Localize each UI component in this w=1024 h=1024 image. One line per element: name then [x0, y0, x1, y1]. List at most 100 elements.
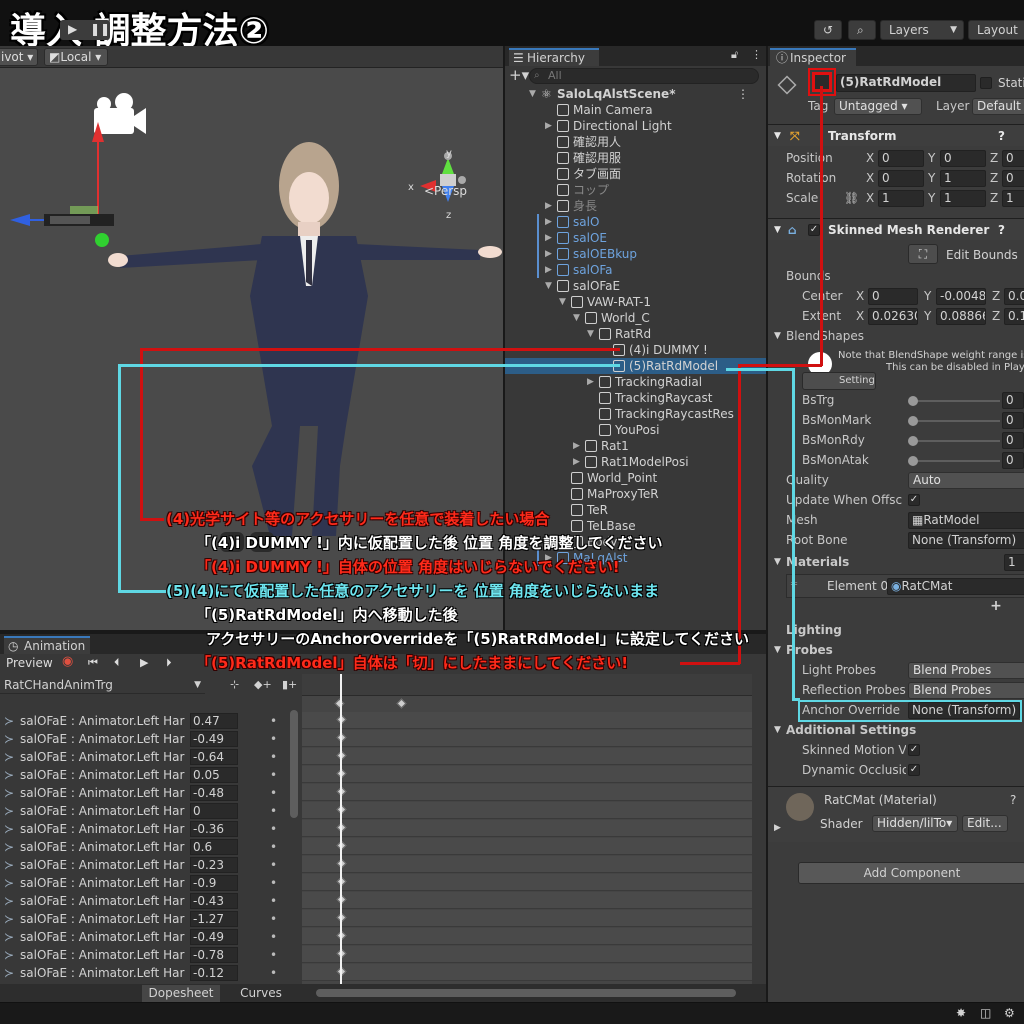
transform-rotation-x-field[interactable]: 0 — [878, 170, 924, 187]
blendshapes-row[interactable]: ▼ BlendShapes — [768, 326, 1024, 346]
property-value-field[interactable]: -1.27 — [190, 911, 238, 927]
keyframe-indicator-icon[interactable]: • — [270, 766, 277, 784]
additional-settings-row[interactable]: ▼ Additional Settings — [768, 720, 1024, 740]
tag-dropdown[interactable]: Untagged ▾ — [834, 98, 922, 115]
shader-edit-button[interactable]: Edit... — [962, 815, 1008, 832]
bounds-center-y-field[interactable]: -0.0048 — [936, 288, 986, 305]
playhead[interactable] — [340, 674, 342, 984]
keyframe-indicator-icon[interactable]: • — [270, 712, 277, 730]
add-component-button[interactable]: Add Component — [798, 862, 1024, 884]
next-frame-icon[interactable]: ⏵ — [166, 656, 172, 670]
hierarchy-item[interactable]: ▶ salOE — [505, 230, 766, 246]
add-material-button[interactable]: + — [984, 598, 1008, 616]
animation-property-row[interactable]: ≻ salOFaE : Animator.Left Har 0.6 • — [0, 838, 300, 856]
property-value-field[interactable]: -0.43 — [190, 893, 238, 909]
skinned-motion-checkbox[interactable]: ✓ — [908, 744, 920, 756]
help-icon[interactable]: ? — [998, 125, 1005, 147]
blendshape-slider-knob[interactable] — [908, 456, 918, 466]
keyframe-indicator-icon[interactable]: • — [270, 964, 277, 982]
animation-property-row[interactable]: ≻ salOFaE : Animator.Left Har 0 • — [0, 802, 300, 820]
keyframe-indicator-icon[interactable]: • — [270, 802, 277, 820]
edit-bounds-button[interactable]: ⛶ — [908, 244, 938, 264]
expand-arrow-icon[interactable]: ▶ — [573, 454, 580, 470]
dopesheet-row[interactable] — [302, 892, 752, 909]
history-button[interactable]: ↺ — [814, 20, 842, 40]
keyframe-indicator-icon[interactable]: • — [270, 946, 277, 964]
expand-arrow-icon[interactable]: ▶ — [573, 438, 580, 454]
animation-property-row[interactable]: ≻ salOFaE : Animator.Left Har -1.27 • — [0, 910, 300, 928]
dopesheet-row[interactable] — [302, 748, 752, 765]
keyframe-indicator-icon[interactable]: • — [270, 892, 277, 910]
transform-rotation-z-field[interactable]: 0 — [1002, 170, 1024, 187]
hierarchy-item[interactable]: ▶ Directional Light — [505, 118, 766, 134]
blendshape-slider-knob[interactable] — [908, 416, 918, 426]
keyframe-indicator-icon[interactable]: • — [270, 748, 277, 766]
transform-scale-z-field[interactable]: 1 — [1002, 190, 1024, 207]
bounds-extent-z-field[interactable]: 0.1 — [1004, 308, 1024, 325]
dopesheet-row[interactable] — [302, 928, 752, 945]
property-value-field[interactable]: -0.78 — [190, 947, 238, 963]
blendshape-slider-track[interactable] — [912, 440, 1000, 442]
reflection-probes-dropdown[interactable]: Blend Probes — [908, 682, 1024, 699]
animation-property-row[interactable]: ≻ salOFaE : Animator.Left Har -0.78 • — [0, 946, 300, 964]
object-name-field[interactable]: (5)RatRdModel — [836, 74, 976, 92]
lock-icon[interactable]: 🔓︎ — [731, 48, 738, 62]
bounds-extent-x-field[interactable]: 0.02630 — [868, 308, 918, 325]
pause-icon[interactable]: ❚❚ — [90, 22, 110, 36]
hierarchy-item[interactable]: ▼ salOFaE — [505, 278, 766, 294]
expand-arrow-icon[interactable]: ▼ — [545, 278, 552, 294]
dopesheet-row[interactable] — [302, 856, 752, 873]
keyframe-indicator-icon[interactable]: • — [270, 730, 277, 748]
layout-dropdown[interactable]: Layout — [968, 20, 1024, 40]
first-frame-icon[interactable]: ⏮ — [88, 656, 98, 670]
expand-arrow-icon[interactable]: ▼ — [573, 310, 580, 326]
property-value-field[interactable]: -0.49 — [190, 731, 238, 747]
scene-menu-icon[interactable]: ⋮ — [737, 86, 749, 102]
summary-keyframe-icon[interactable] — [396, 698, 407, 709]
property-value-field[interactable]: 0 — [190, 803, 238, 819]
expand-arrow-icon[interactable]: ▶ — [545, 118, 552, 134]
transform-header[interactable]: ▼ ⤧ Transform ? — [768, 124, 1024, 146]
keyframe-indicator-icon[interactable]: • — [270, 820, 277, 838]
expand-arrow-icon[interactable]: ▼ — [559, 294, 566, 310]
hierarchy-item[interactable]: Main Camera — [505, 102, 766, 118]
hierarchy-item[interactable]: MaProxyTeR — [505, 486, 766, 502]
hierarchy-item[interactable]: 確認用服 — [505, 150, 766, 166]
materials-count-field[interactable]: 1 — [1004, 554, 1024, 571]
property-value-field[interactable]: -0.23 — [190, 857, 238, 873]
add-object-icon[interactable]: +▾ — [509, 66, 529, 84]
hierarchy-item[interactable]: ▶ salO — [505, 214, 766, 230]
layers-stack-icon[interactable]: ◫ — [980, 1006, 991, 1020]
keyframe-indicator-icon[interactable]: • — [270, 928, 277, 946]
blendshape-value-field[interactable]: 0 — [1002, 432, 1024, 449]
tab-animation[interactable]: ◷ Animation — [4, 636, 90, 654]
expand-arrow-icon[interactable]: ▶ — [545, 230, 552, 246]
dopesheet-row[interactable] — [302, 730, 752, 747]
lighting-row[interactable]: Lighting — [768, 620, 1024, 640]
hierarchy-item[interactable]: ▼ World_C — [505, 310, 766, 326]
play-controls[interactable]: ▶ ❚❚ — [60, 20, 110, 40]
hierarchy-item[interactable]: ▶ TrackingRadial — [505, 374, 766, 390]
dopesheet-row[interactable] — [302, 820, 752, 837]
dopesheet-row[interactable] — [302, 802, 752, 819]
property-value-field[interactable]: 0.05 — [190, 767, 238, 783]
hierarchy-item[interactable]: ▼ RatRd — [505, 326, 766, 342]
element0-field[interactable]: ◉RatCMat — [887, 578, 1024, 595]
preview-button[interactable]: Preview — [6, 656, 53, 670]
blendshape-slider-knob[interactable] — [908, 436, 918, 446]
transform-scale-x-field[interactable]: 1 — [878, 190, 924, 207]
debug-icon[interactable]: ⚙ — [1004, 1006, 1015, 1020]
animation-property-row[interactable]: ≻ salOFaE : Animator.Left Har -0.36 • — [0, 820, 300, 838]
static-checkbox[interactable] — [980, 77, 992, 89]
add-event-icon[interactable]: ▮+ — [282, 678, 297, 691]
dopesheet-row[interactable] — [302, 964, 752, 981]
bounds-center-x-field[interactable]: 0 — [868, 288, 918, 305]
blendshape-slider-knob[interactable] — [908, 396, 918, 406]
hierarchy-item[interactable]: World_Point — [505, 470, 766, 486]
blendshape-slider-track[interactable] — [912, 400, 1000, 402]
hierarchy-item[interactable]: ▶ salOEBkup — [505, 246, 766, 262]
clip-dropdown[interactable]: RatCHandAnimTrg ▼ — [0, 676, 205, 694]
blendshape-slider-track[interactable] — [912, 420, 1000, 422]
bounds-center-z-field[interactable]: 0.0 — [1004, 288, 1024, 305]
expand-arrow-icon[interactable]: ▼ — [529, 86, 536, 102]
